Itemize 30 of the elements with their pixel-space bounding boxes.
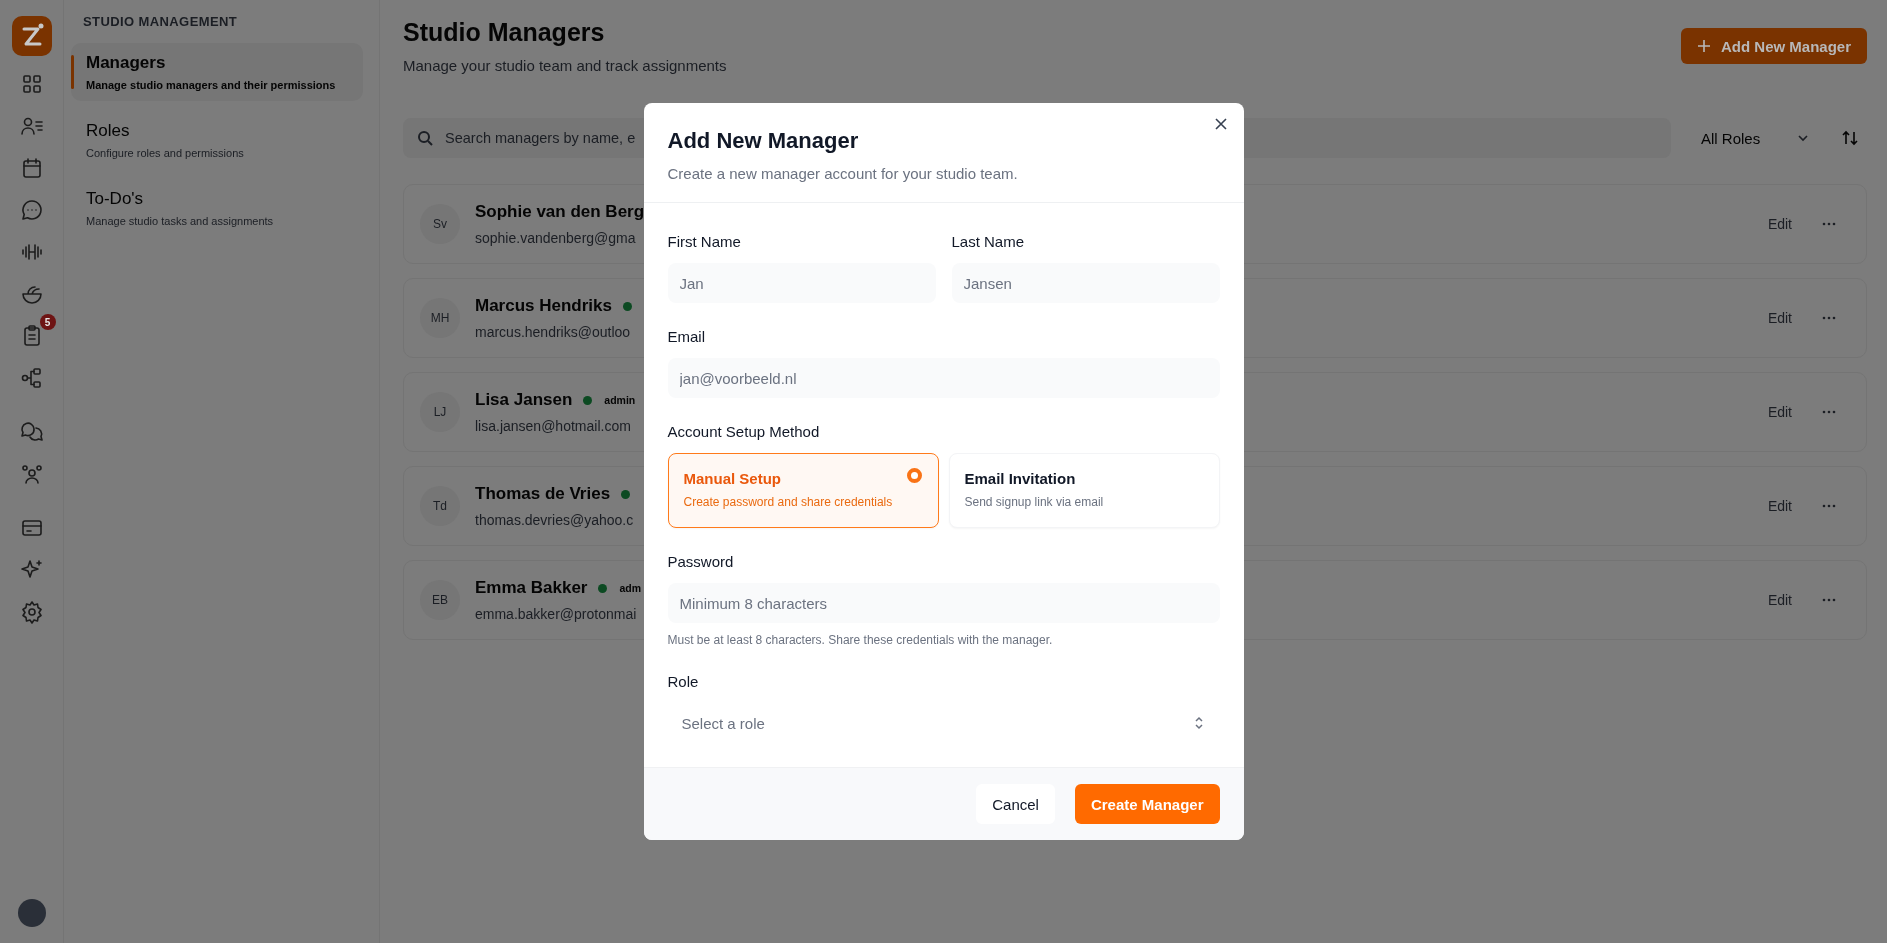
manager-email: thomas.devries@yahoo.c [475, 512, 634, 528]
manager-name: Emma Bakker [475, 578, 588, 598]
manager-email: marcus.hendriks@outloo [475, 324, 631, 340]
field-label: Password [667, 553, 735, 571]
section-heading: STUDIO MANAGEMENT [83, 14, 239, 29]
avatar-initials: Sv [420, 204, 460, 244]
field-label: Account Setup Method [667, 423, 821, 441]
dialog-subtitle: Create a new manager account for your studio team. [667, 165, 1019, 182]
manager-name: Thomas de Vries [475, 484, 611, 504]
avatar-initials: EB [420, 580, 460, 620]
manager-email: sophie.vandenberg@gma [475, 230, 636, 246]
page-title: Studio Managers [403, 18, 606, 47]
password-hint: Must be at least 8 characters. Share these credentials with the manager. [667, 633, 1054, 647]
manager-name: Sophie van den Berg [475, 202, 645, 222]
field-label: Last Name [951, 233, 1026, 251]
manager-email: lisa.jansen@hotmail.com [475, 418, 631, 434]
role-label: adm [619, 582, 642, 594]
dialog-title: Add New Manager [667, 127, 860, 155]
avatar-initials: LJ [420, 392, 460, 432]
avatar-initials: Td [420, 486, 460, 526]
field-label: First Name [667, 233, 742, 251]
field-label: Email [667, 328, 706, 346]
role-label: admin [604, 394, 636, 406]
page-subtitle: Manage your studio team and track assignments [403, 57, 727, 74]
avatar-initials: MH [420, 298, 460, 338]
manager-name: Lisa Jansen [475, 390, 573, 410]
field-label: Role [667, 673, 700, 691]
manager-email: emma.bakker@protonmai [475, 606, 637, 622]
manager-name: Marcus Hendriks [475, 296, 612, 316]
notification-badge: 5 [39, 314, 56, 330]
